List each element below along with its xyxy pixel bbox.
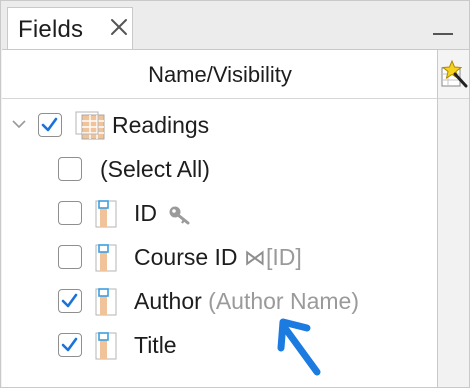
tree-row-title[interactable]: Title (2, 323, 437, 367)
annotation-arrow-icon (277, 318, 321, 376)
column-separator (437, 49, 438, 387)
field-icon (95, 244, 117, 272)
fields-tree: Readings (Select All) ID Course ID ⋈[ID]… (2, 99, 437, 387)
field-label: ID (134, 200, 157, 226)
chevron-down-icon[interactable] (10, 115, 28, 133)
field-icon (95, 288, 117, 316)
field-alias: (Author Name) (208, 288, 359, 314)
key-icon (169, 206, 190, 225)
column-header[interactable]: Name/Visibility (2, 49, 438, 99)
field-label-group: Author (Author Name) (134, 288, 359, 315)
table-name-label: Readings (112, 112, 210, 138)
title-checkbox[interactable] (58, 333, 82, 357)
tree-row-readings[interactable]: Readings (2, 103, 437, 147)
select-all-checkbox[interactable] (58, 157, 82, 181)
table-icon (75, 111, 105, 140)
tab-bar: Fields (1, 1, 469, 49)
close-icon[interactable] (108, 16, 130, 38)
column-header-label: Name/Visibility (148, 62, 292, 87)
id-checkbox[interactable] (58, 201, 82, 225)
field-icon (95, 332, 117, 360)
minimize-icon[interactable] (433, 21, 453, 35)
tab-label: Fields (18, 16, 84, 43)
link-target: [ID] (265, 244, 302, 270)
magic-wand-star-icon (441, 60, 468, 88)
relationship-link-icon: ⋈ (243, 245, 266, 270)
tree-row-select-all[interactable]: (Select All) (2, 147, 437, 191)
field-label: Course ID (134, 244, 238, 270)
checkmark-icon (41, 117, 58, 132)
checkmark-icon (61, 293, 78, 308)
field-icon (95, 200, 117, 228)
fields-panel: Fields Name/Visibility Readings (Select … (0, 0, 470, 388)
tree-row-author[interactable]: Author (Author Name) (2, 279, 437, 323)
tree-row-course-id[interactable]: Course ID ⋈[ID] (2, 235, 437, 279)
tab-fields[interactable]: Fields (7, 7, 133, 49)
course-id-checkbox[interactable] (58, 245, 82, 269)
field-label: Author (134, 288, 202, 314)
auto-format-button[interactable] (438, 49, 469, 99)
tree-row-id[interactable]: ID (2, 191, 437, 235)
select-all-label: (Select All) (100, 156, 210, 182)
readings-checkbox[interactable] (38, 113, 62, 137)
author-checkbox[interactable] (58, 289, 82, 313)
field-label: Title (134, 332, 177, 358)
field-label-group: Course ID ⋈[ID] (134, 244, 302, 271)
checkmark-icon (61, 337, 78, 352)
